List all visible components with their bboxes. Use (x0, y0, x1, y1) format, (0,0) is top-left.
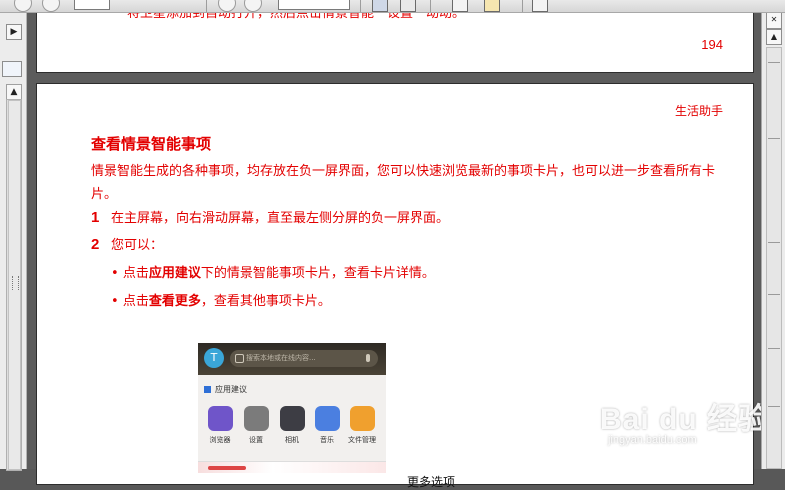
vertical-scrollbar[interactable] (766, 47, 782, 469)
bullet-item: • 点击应用建议下的情景智能事项卡片，查看卡片详情。 (111, 262, 435, 281)
scroll-marker (768, 406, 780, 407)
phone-app-music: 音乐 (312, 406, 342, 445)
zoom-level-field[interactable] (278, 0, 350, 10)
toolbar-divider (206, 0, 207, 12)
bullet-text: ，查看其他事项卡片。 (200, 294, 331, 309)
scroll-marker (768, 138, 780, 139)
phone-section-label: 应用建议 (215, 385, 247, 394)
app-suggestion-icon (204, 386, 211, 393)
microphone-icon (366, 354, 370, 362)
phone-search-placeholder: 搜索本地或在线内容... (246, 354, 316, 362)
panel-scrollbar[interactable] (6, 99, 22, 471)
select-tool-icon[interactable] (452, 0, 468, 12)
fit-page-icon[interactable] (372, 0, 388, 12)
scroll-marker (768, 348, 780, 349)
expand-panel-button[interactable]: ▶ (6, 24, 22, 40)
scroll-marker (768, 62, 780, 63)
intro-paragraph: 情景智能生成的各种事项，均存放在负一屏界面，您可以快速浏览最新的事项卡片，也可以… (91, 164, 716, 202)
bullet-text: 下的情景智能事项卡片，查看卡片详情。 (200, 266, 435, 281)
section-title: 查看情景智能事项 (91, 135, 212, 153)
bullet-marker: • (111, 266, 119, 281)
page-number: 194 (701, 37, 723, 52)
running-header: 生活助手 (674, 104, 723, 118)
browser-icon (207, 406, 233, 431)
scroll-marker (768, 242, 780, 243)
phone-screenshot: T 搜索本地或在线内容... 应用建议 浏览器 设置 相机 音乐 文件管理 (198, 343, 386, 473)
phone-section-header: 应用建议 (204, 384, 247, 395)
step-number: 1 (91, 209, 100, 226)
zoom-out-button[interactable] (218, 0, 236, 12)
phone-app-label: 文件管理 (348, 436, 376, 444)
bullet-text: 点击 (122, 294, 149, 309)
bullet-text: 点击 (122, 266, 149, 281)
toolbar-divider (430, 0, 431, 12)
panel-scroll-up-button[interactable]: ▲ (6, 84, 22, 100)
bullet-emphasis: 查看更多 (148, 294, 201, 309)
phone-app-label: 相机 (285, 436, 299, 444)
bullet-item: • 点击查看更多，查看其他事项卡片。 (111, 290, 331, 309)
bullet-emphasis: 应用建议 (148, 266, 201, 281)
scroll-up-button[interactable]: ▲ (766, 29, 782, 45)
phone-app-settings: 设置 (241, 406, 271, 445)
card-accent-icon (208, 466, 246, 470)
zoom-in-button[interactable] (244, 0, 262, 12)
step-text: 您可以： (111, 238, 164, 253)
previous-page: 将卫星添加到自动打开，然后点击情景智能一设置一动动。 194 (36, 3, 754, 73)
scan-icon (235, 354, 244, 363)
phone-app-files: 文件管理 (347, 406, 377, 445)
watermark-brand: Bai du 经验 (600, 403, 770, 436)
phone-app-label: 音乐 (320, 436, 334, 444)
phone-app-camera: 相机 (277, 406, 307, 445)
step-text: 在主屏幕，向右滑动屏幕，直至最左侧分屏的负一屏界面。 (111, 211, 450, 226)
phone-search-bar: 搜索本地或在线内容... (230, 350, 378, 367)
pages-panel-icon[interactable] (2, 61, 22, 77)
bullet-marker: • (111, 294, 119, 309)
file-manager-icon (349, 406, 375, 431)
step-number: 2 (91, 236, 100, 253)
right-side-panel: ✕ ▲ (761, 11, 785, 469)
phone-card-strip (198, 461, 386, 473)
phone-top-bar: T 搜索本地或在线内容... (198, 343, 386, 375)
toolbar-divider (522, 0, 523, 12)
phone-app-label: 浏览器 (209, 436, 231, 444)
next-page-button[interactable] (42, 0, 60, 12)
panel-scrollbar-thumb[interactable] (8, 100, 21, 470)
comment-tool-icon[interactable] (532, 0, 548, 12)
scroll-marker (768, 294, 780, 295)
avatar: T (204, 348, 224, 368)
settings-gear-icon (243, 406, 269, 431)
scrollbar-grip-icon (12, 276, 19, 290)
camera-icon (279, 406, 305, 431)
music-note-icon (314, 406, 340, 431)
baidu-watermark: Bai du 经验 jingyan.baidu.com (600, 394, 769, 446)
step-2: 2 您可以： (91, 234, 163, 253)
phone-app-browser: 浏览器 (205, 406, 235, 445)
step-1: 1 在主屏幕，向右滑动屏幕，直至最左侧分屏的负一屏界面。 (91, 207, 449, 226)
toolbar-divider (360, 0, 361, 12)
highlight-tool-icon[interactable] (484, 0, 500, 12)
phone-app-label: 设置 (249, 436, 263, 444)
close-panel-button[interactable]: ✕ (766, 11, 782, 29)
navigation-panel: ▶ ▲ (0, 13, 27, 471)
previous-page-button[interactable] (14, 0, 32, 12)
callout-label: 更多选项 (407, 475, 456, 489)
page-number-field[interactable] (74, 0, 110, 10)
toolbar (0, 0, 785, 13)
fit-width-icon[interactable] (400, 0, 416, 12)
